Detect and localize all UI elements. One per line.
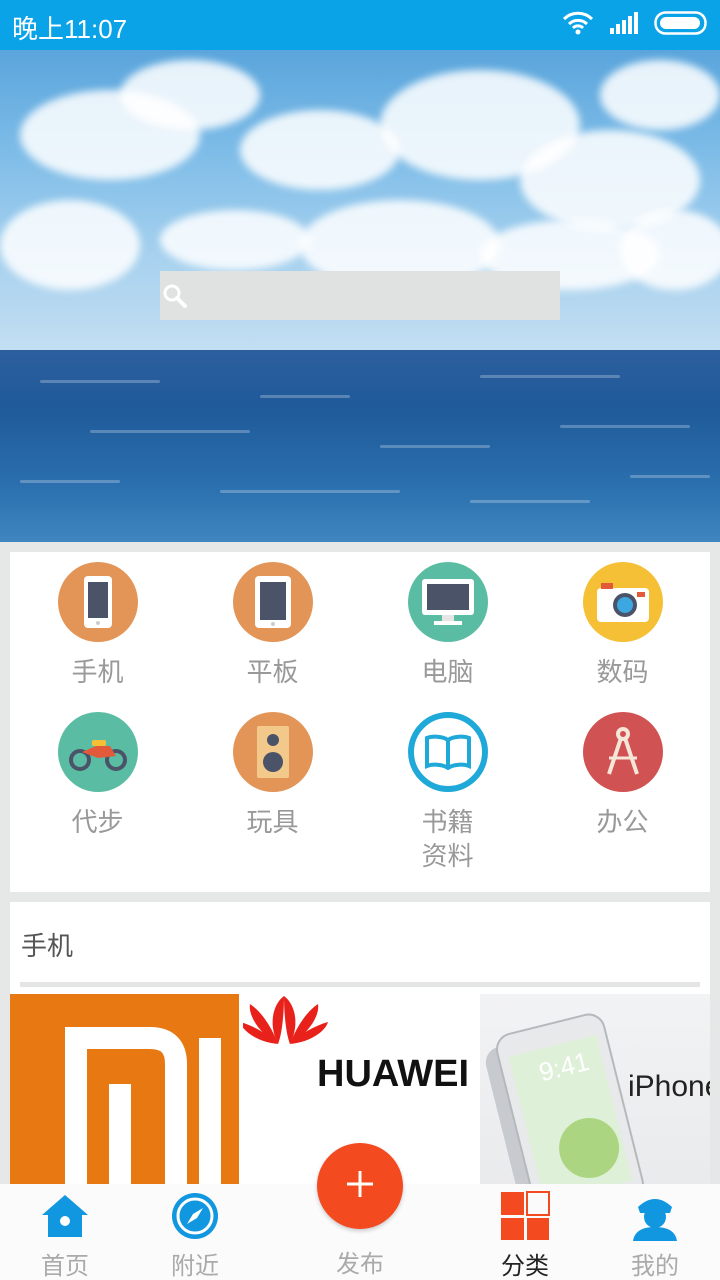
search-input[interactable]: [160, 271, 560, 320]
camera-icon: [582, 562, 663, 642]
category-office[interactable]: 办公: [535, 712, 710, 840]
category-tablet[interactable]: 平板: [185, 562, 360, 690]
category-label: 手机: [71, 658, 124, 688]
category-label: 书籍 资料: [421, 808, 474, 872]
category-label: 平板: [246, 658, 299, 688]
tab-mine[interactable]: 我的: [590, 1184, 720, 1280]
tab-nearby[interactable]: 附近: [130, 1184, 260, 1280]
tab-category[interactable]: 分类: [460, 1184, 590, 1280]
status-time: 晚上11:07: [12, 14, 128, 44]
section-title: 手机: [21, 932, 74, 962]
iphone-image: 9:41 iPhone 7: [485, 1013, 710, 1192]
plus-icon: [344, 1168, 376, 1204]
tablet-icon: [232, 562, 313, 642]
category-label: 玩具: [246, 808, 299, 838]
brand-xiaomi[interactable]: [10, 994, 239, 1192]
tab-label: 我的: [631, 1252, 679, 1280]
category-digital[interactable]: 数码: [535, 562, 710, 690]
compass-icon: [130, 1188, 260, 1244]
compass-tool-icon: [582, 712, 663, 792]
xiaomi-logo: [65, 1027, 221, 1192]
category-transport[interactable]: 代步: [10, 712, 185, 840]
phone-icon: [57, 562, 138, 642]
sea-background: [0, 350, 720, 542]
category-books[interactable]: 书籍 资料: [360, 712, 535, 874]
section-divider: [20, 982, 700, 987]
motorcycle-icon: [57, 712, 138, 792]
category-label: 代步: [71, 808, 124, 838]
tab-label: 附近: [171, 1252, 219, 1280]
tab-label: 首页: [41, 1252, 89, 1280]
category-computer[interactable]: 电脑: [360, 562, 535, 690]
wifi-icon: [562, 11, 594, 39]
category-label: 电脑: [421, 658, 474, 688]
search-icon: [160, 271, 190, 320]
speaker-icon: [232, 712, 313, 792]
publish-label: 发布: [336, 1250, 384, 1278]
category-grid: 手机 平板 电脑 数码 代步 玩具 书籍 资料 办公: [10, 552, 710, 892]
home-icon: [0, 1188, 130, 1244]
category-phone[interactable]: 手机: [10, 562, 185, 690]
brand-iphone[interactable]: 9:41 iPhone 7: [480, 994, 710, 1192]
book-icon: [407, 712, 488, 792]
category-label: 数码: [596, 658, 649, 688]
signal-icon: [608, 10, 640, 40]
tab-home[interactable]: 首页: [0, 1184, 130, 1280]
category-icon: [460, 1188, 590, 1244]
hero-banner: [0, 50, 720, 542]
computer-icon: [407, 562, 488, 642]
status-bar: 晚上11:07: [0, 0, 720, 50]
huawei-wordmark: HUAWEI: [317, 1053, 469, 1095]
iphone-wordmark: iPhone 7: [628, 1070, 710, 1103]
publish-button[interactable]: [317, 1143, 403, 1229]
battery-icon: [654, 11, 710, 39]
category-toys[interactable]: 玩具: [185, 712, 360, 840]
tab-label: 分类: [501, 1252, 549, 1280]
category-label: 办公: [596, 808, 649, 838]
user-icon: [590, 1188, 720, 1244]
